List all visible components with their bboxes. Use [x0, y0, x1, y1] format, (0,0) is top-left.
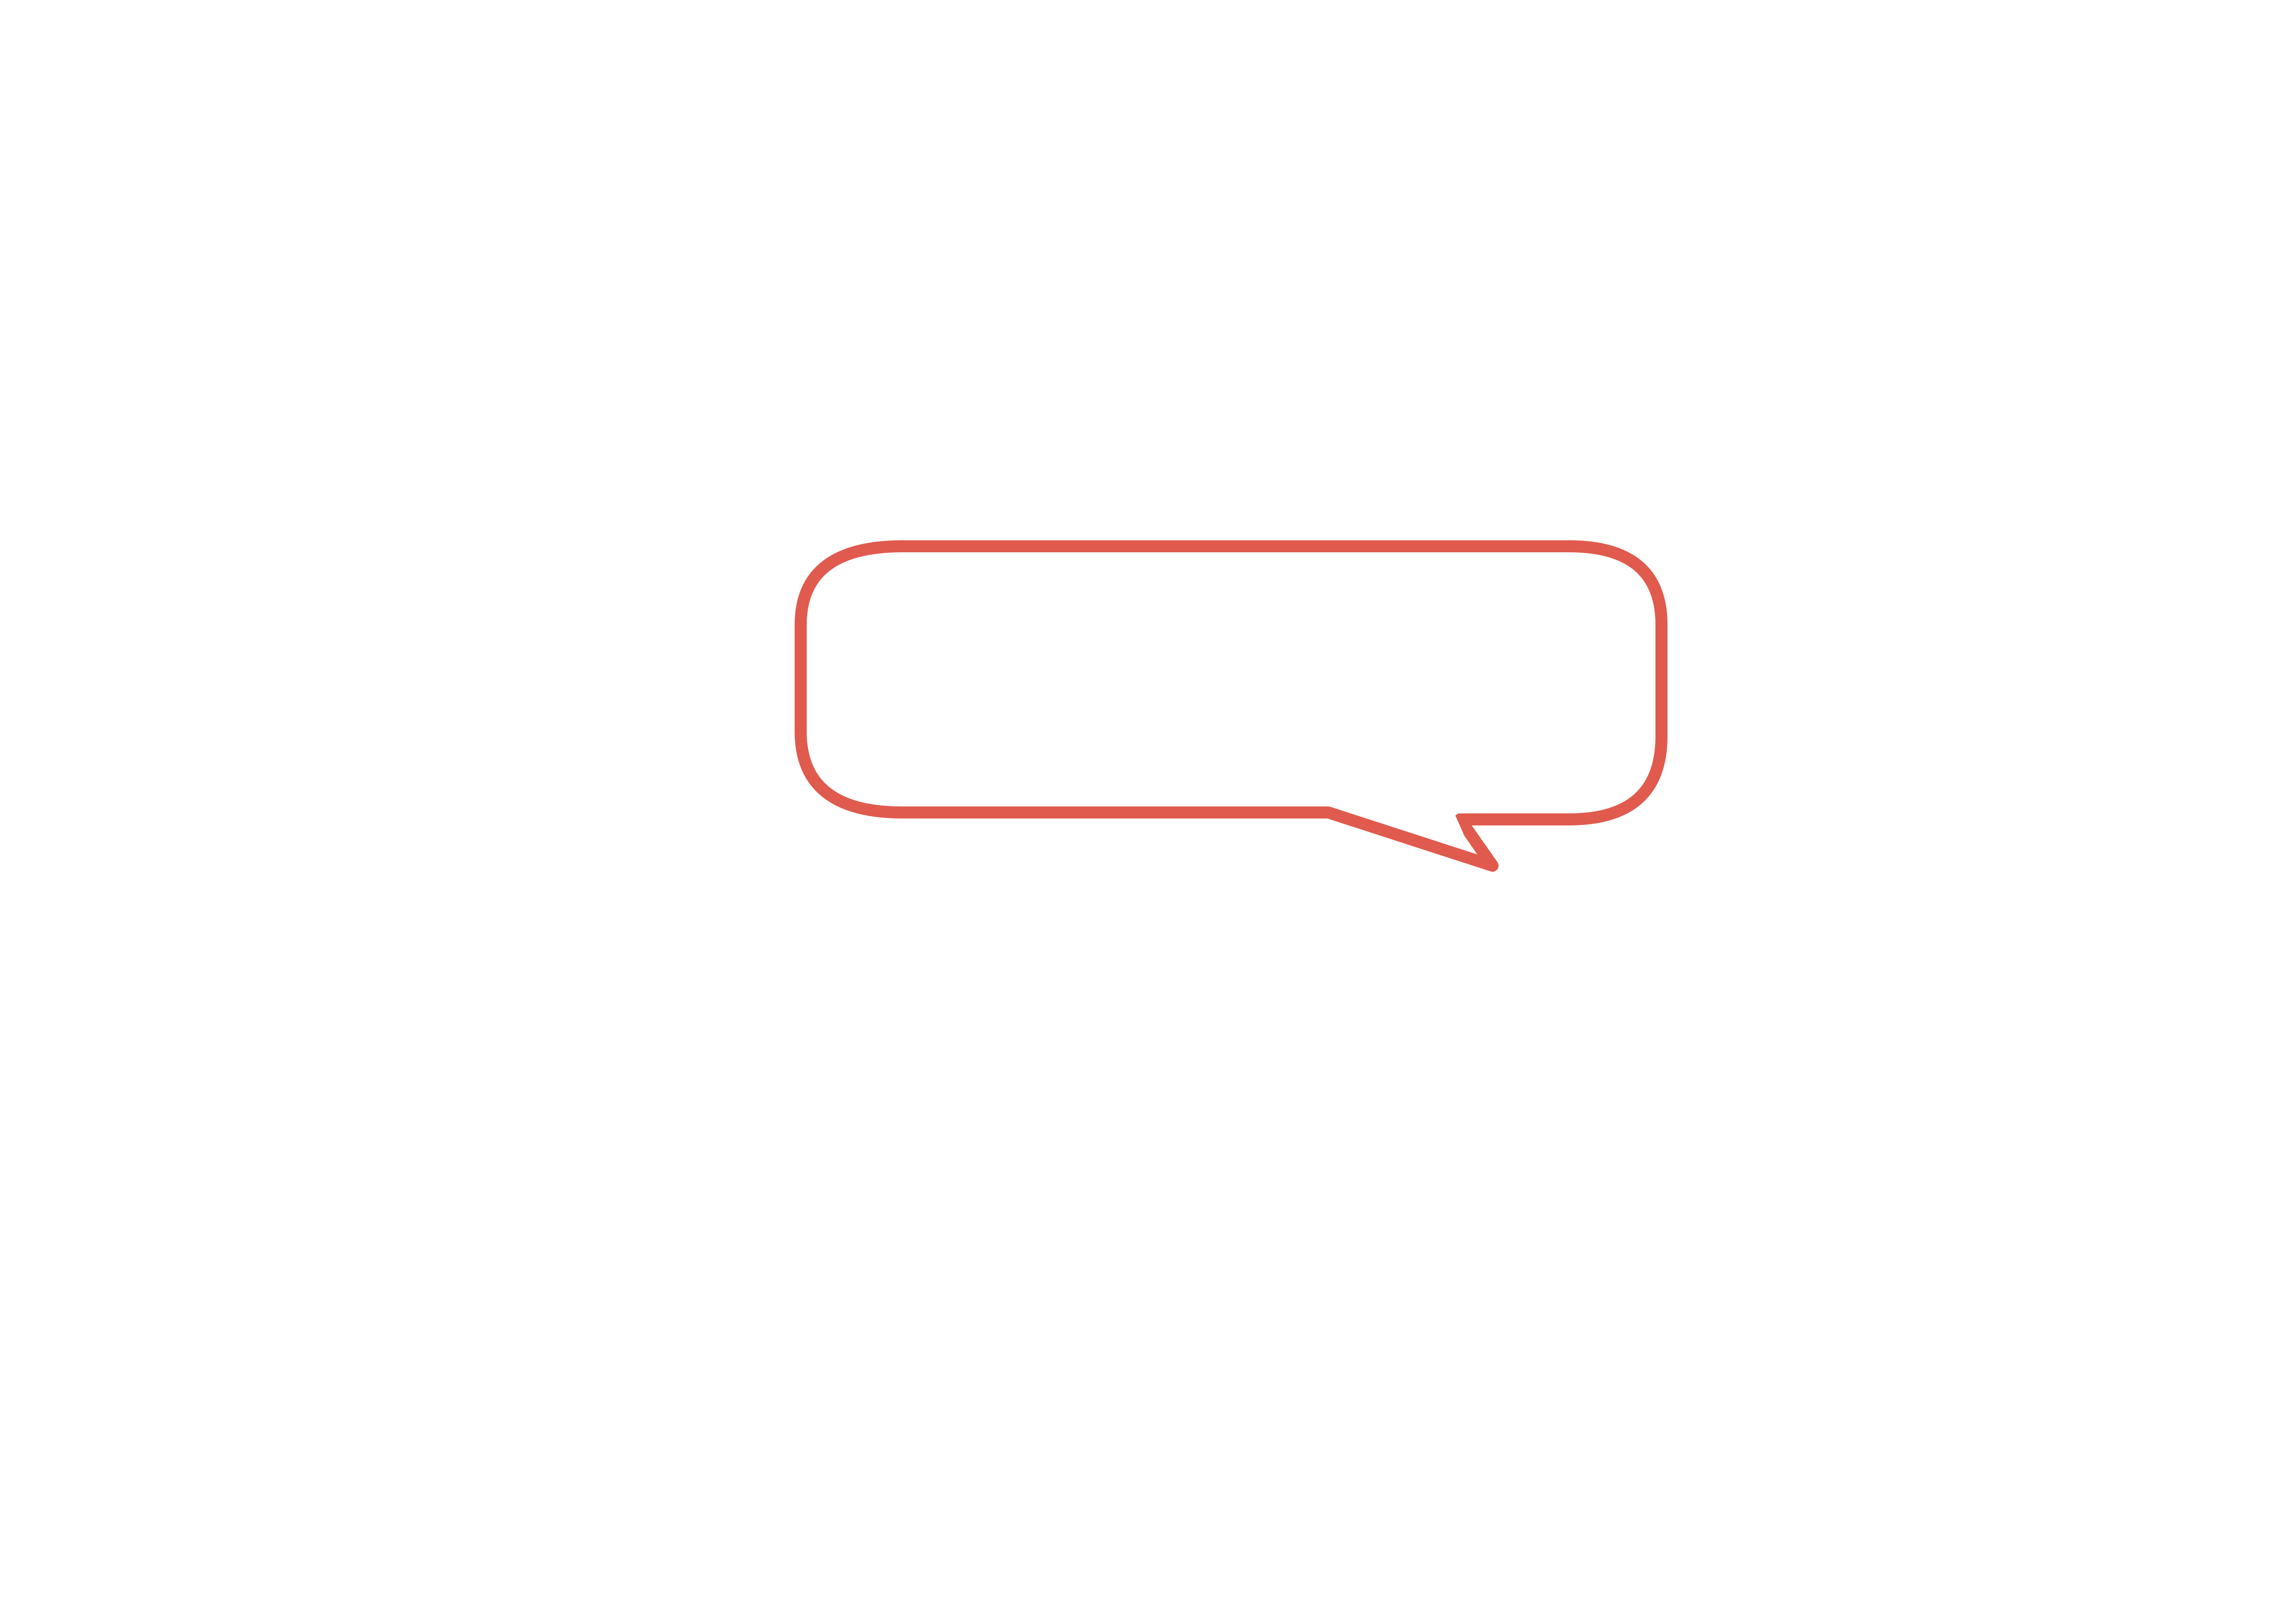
speech-bubble-icon: [795, 540, 1668, 872]
page-canvas: [0, 0, 2296, 1624]
speech-bubble-text: [815, 556, 1648, 806]
